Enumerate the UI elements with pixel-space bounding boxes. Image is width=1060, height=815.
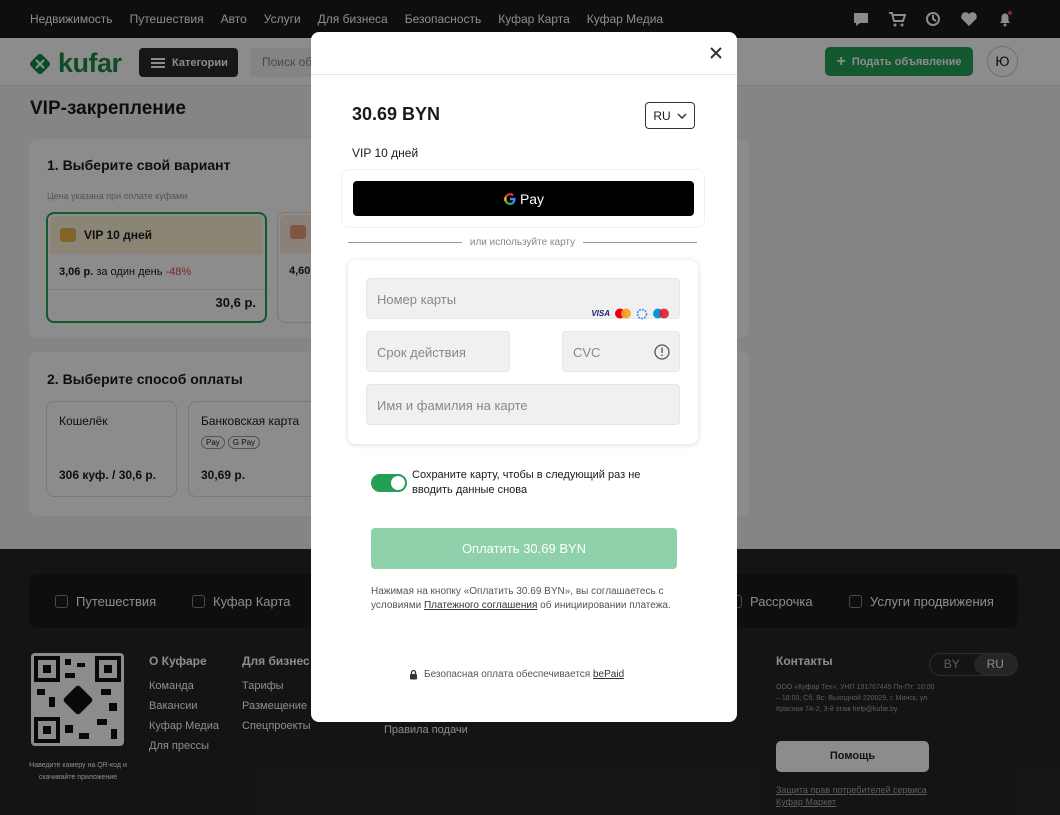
belkart-icon — [636, 308, 648, 319]
payment-amount: 30.69 BYN — [352, 104, 441, 124]
mastercard-icon — [615, 308, 631, 319]
close-icon[interactable] — [708, 45, 724, 61]
terms-suffix: об инициировании платежа. — [540, 600, 671, 611]
lock-icon — [410, 669, 417, 680]
save-card-toggle[interactable] — [371, 474, 407, 492]
info-icon[interactable] — [654, 344, 670, 360]
cardholder-name-field[interactable]: Имя и фамилия на карте — [366, 384, 680, 425]
expiry-placeholder: Срок действия — [377, 345, 466, 360]
payment-description: VIP 10 дней — [352, 146, 419, 160]
save-card-text: Сохраните карту, чтобы в следующий раз н… — [412, 469, 641, 496]
or-divider: или используйте карту — [348, 237, 698, 248]
card-brand-logos: VISA — [591, 293, 670, 334]
google-pay-button[interactable]: Pay — [353, 181, 694, 216]
bepaid-link[interactable]: bePaid — [593, 669, 624, 680]
language-value: RU — [653, 108, 671, 123]
card-form: Номер карты VISA Срок действия CVC Имя и… — [348, 260, 698, 444]
cvc-field[interactable]: CVC — [562, 331, 680, 372]
maestro-icon — [653, 308, 669, 319]
secure-payment-note: Безопасная оплата обеспечивается bePaid — [409, 669, 624, 680]
payment-agreement-link[interactable]: Платежного соглашения — [424, 600, 537, 611]
terms-text: Нажимая на кнопку «Оплатить 30.69 BYN», … — [371, 585, 681, 613]
card-number-field[interactable]: Номер карты VISA — [366, 278, 680, 319]
language-select[interactable]: RU — [645, 102, 695, 129]
google-pay-label: Pay — [519, 190, 545, 207]
card-number-placeholder: Номер карты — [377, 292, 457, 307]
pay-button[interactable]: Оплатить 30.69 BYN — [371, 528, 677, 569]
modal-header-divider — [311, 74, 737, 75]
cvc-placeholder: CVC — [573, 345, 601, 360]
or-text: или используйте карту — [469, 237, 576, 248]
visa-icon: VISA — [591, 309, 610, 318]
google-g-icon — [504, 192, 516, 205]
secure-text: Безопасная оплата обеспечивается — [424, 669, 591, 680]
chevron-down-icon — [677, 112, 687, 119]
expiry-field[interactable]: Срок действия — [366, 331, 510, 372]
payment-modal: 30.69 BYN RU VIP 10 дней Pay или использ… — [311, 32, 737, 722]
cardholder-name-placeholder: Имя и фамилия на карте — [377, 398, 528, 413]
